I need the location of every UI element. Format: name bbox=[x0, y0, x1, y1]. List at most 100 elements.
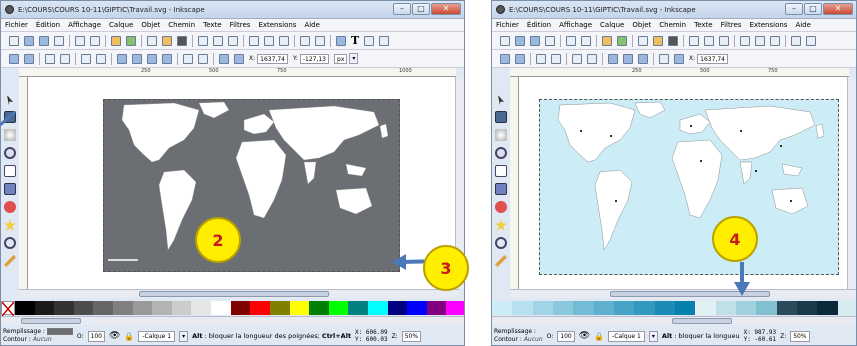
redo-icon[interactable] bbox=[126, 35, 136, 46]
color-swatch[interactable] bbox=[132, 301, 153, 315]
color-swatch[interactable] bbox=[54, 301, 74, 315]
paste-icon[interactable] bbox=[177, 35, 187, 46]
color-swatch[interactable] bbox=[756, 301, 777, 315]
export-icon[interactable] bbox=[581, 35, 591, 46]
fill-stroke-icon[interactable] bbox=[336, 35, 346, 46]
spiral-tool-icon[interactable] bbox=[495, 237, 507, 249]
paste-icon[interactable] bbox=[668, 35, 678, 46]
layer-dropdown[interactable]: -Calque 1 bbox=[608, 330, 645, 342]
color-swatch[interactable] bbox=[796, 301, 818, 315]
world-map[interactable] bbox=[103, 99, 400, 272]
color-swatch[interactable] bbox=[446, 301, 464, 315]
rectangle-tool-icon[interactable] bbox=[495, 165, 507, 177]
star-tool-icon[interactable] bbox=[495, 219, 507, 231]
node-option-icon[interactable] bbox=[9, 53, 19, 64]
ungroup-icon[interactable] bbox=[315, 35, 325, 46]
segment-curve-icon[interactable] bbox=[198, 53, 208, 64]
scrollbar-thumb[interactable] bbox=[21, 318, 81, 324]
color-swatch[interactable] bbox=[328, 301, 349, 315]
zoom-tool-icon[interactable] bbox=[4, 147, 16, 159]
menu-edition[interactable]: Édition bbox=[36, 21, 60, 29]
cut-icon[interactable] bbox=[653, 35, 663, 46]
menu-extensions[interactable]: Extensions bbox=[749, 21, 787, 29]
segment-line-icon[interactable] bbox=[659, 53, 669, 64]
lock-icon[interactable]: 🔒 bbox=[124, 332, 134, 341]
group-icon[interactable] bbox=[791, 35, 801, 46]
zoom-drawing-icon[interactable] bbox=[704, 35, 714, 46]
scrollbar-thumb[interactable] bbox=[610, 291, 770, 297]
chevron-down-icon[interactable]: ▾ bbox=[648, 330, 658, 342]
menu-filtres[interactable]: Filtres bbox=[230, 21, 251, 29]
color-swatch[interactable] bbox=[573, 301, 594, 315]
menu-aide[interactable]: Aide bbox=[795, 21, 810, 29]
delete-segment-icon[interactable] bbox=[81, 53, 91, 64]
minimize-button[interactable]: – bbox=[393, 3, 411, 15]
import-icon[interactable] bbox=[75, 35, 85, 46]
smooth-node-icon[interactable] bbox=[132, 53, 142, 64]
color-swatch[interactable] bbox=[387, 301, 408, 315]
color-swatch[interactable] bbox=[407, 301, 427, 315]
node-tool-icon[interactable] bbox=[4, 111, 16, 123]
zoom-input[interactable]: 50% bbox=[401, 330, 422, 342]
clone-icon[interactable] bbox=[264, 35, 274, 46]
color-swatch[interactable] bbox=[250, 301, 270, 315]
duplicate-icon[interactable] bbox=[740, 35, 750, 46]
layer-dropdown[interactable]: -Calque 1 bbox=[138, 330, 176, 342]
color-swatch[interactable] bbox=[552, 301, 574, 315]
selector-tool-icon[interactable] bbox=[498, 95, 504, 105]
close-button[interactable]: ✕ bbox=[823, 3, 853, 15]
color-swatch[interactable] bbox=[512, 301, 533, 315]
segment-line-icon[interactable] bbox=[183, 53, 193, 64]
eye-icon[interactable]: 👁 bbox=[109, 331, 120, 341]
align-icon[interactable] bbox=[379, 35, 390, 46]
world-map[interactable] bbox=[539, 99, 839, 275]
text-font-icon[interactable]: T bbox=[351, 34, 359, 47]
zoom-page-icon[interactable] bbox=[228, 35, 238, 46]
object-to-path-icon[interactable] bbox=[674, 53, 684, 64]
rectangle-tool-icon[interactable] bbox=[4, 165, 16, 177]
smooth-node-icon[interactable] bbox=[623, 53, 633, 64]
color-swatch[interactable] bbox=[674, 301, 696, 315]
color-swatch[interactable] bbox=[113, 301, 133, 315]
menu-fichier[interactable]: Fichier bbox=[5, 21, 28, 29]
node-option-icon[interactable] bbox=[515, 53, 525, 64]
menu-chemin[interactable]: Chemin bbox=[168, 21, 195, 29]
color-swatch[interactable] bbox=[309, 301, 329, 315]
menu-fichier[interactable]: Fichier bbox=[496, 21, 519, 29]
group-icon[interactable] bbox=[300, 35, 310, 46]
break-path-icon[interactable] bbox=[60, 53, 70, 64]
copy-icon[interactable] bbox=[638, 35, 648, 46]
maximize-button[interactable]: □ bbox=[804, 3, 822, 15]
node-option-icon[interactable] bbox=[500, 53, 510, 64]
color-swatch[interactable] bbox=[715, 301, 736, 315]
menu-calque[interactable]: Calque bbox=[600, 21, 624, 29]
clone-icon[interactable] bbox=[755, 35, 765, 46]
undo-icon[interactable] bbox=[111, 35, 121, 46]
duplicate-icon[interactable] bbox=[249, 35, 259, 46]
redo-icon[interactable] bbox=[617, 35, 627, 46]
menu-texte[interactable]: Texte bbox=[694, 21, 712, 29]
new-document-icon[interactable] bbox=[9, 35, 19, 46]
ungroup-icon[interactable] bbox=[806, 35, 816, 46]
x-input[interactable]: 1637,74 bbox=[257, 53, 288, 64]
zoom-input[interactable]: 50% bbox=[790, 330, 810, 342]
symmetric-node-icon[interactable] bbox=[638, 53, 648, 64]
horizontal-scrollbar[interactable] bbox=[19, 289, 459, 298]
zoom-page-icon[interactable] bbox=[719, 35, 729, 46]
unlink-clone-icon[interactable] bbox=[279, 35, 289, 46]
chevron-down-icon[interactable]: ▾ bbox=[179, 330, 189, 342]
color-swatch[interactable] bbox=[93, 301, 114, 315]
auto-smooth-node-icon[interactable] bbox=[162, 53, 172, 64]
symmetric-node-icon[interactable] bbox=[147, 53, 157, 64]
vertical-scrollbar[interactable] bbox=[847, 77, 856, 289]
tweak-tool-icon[interactable] bbox=[495, 129, 507, 141]
color-swatch[interactable] bbox=[211, 301, 231, 315]
join-segment-icon[interactable] bbox=[96, 53, 106, 64]
tweak-tool-icon[interactable] bbox=[4, 129, 16, 141]
stroke-to-path-icon[interactable] bbox=[234, 53, 244, 64]
menu-calque[interactable]: Calque bbox=[109, 21, 133, 29]
color-swatch[interactable] bbox=[171, 301, 192, 315]
menu-aide[interactable]: Aide bbox=[304, 21, 319, 29]
color-swatch[interactable] bbox=[654, 301, 675, 315]
export-icon[interactable] bbox=[90, 35, 100, 46]
